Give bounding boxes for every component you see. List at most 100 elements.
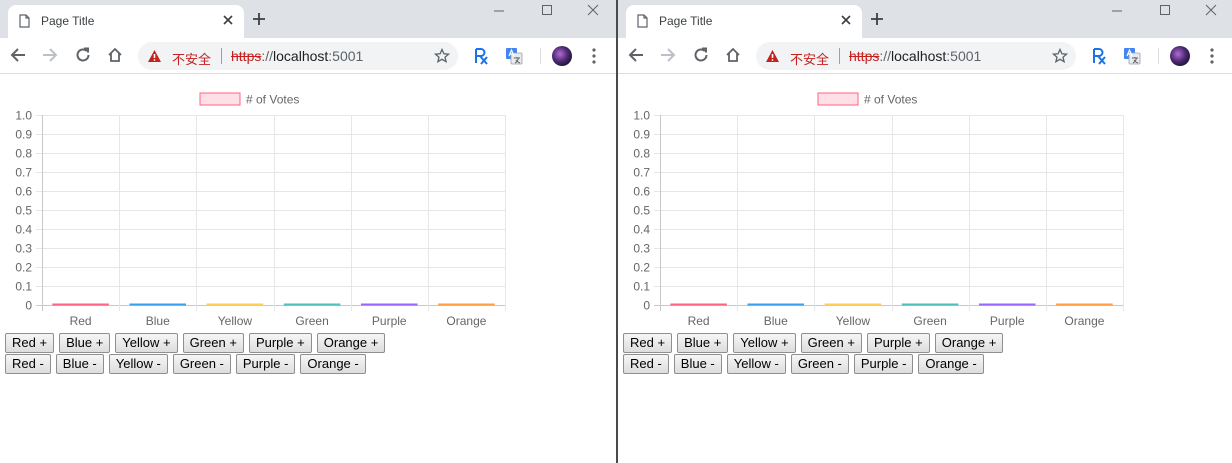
url-scheme: https xyxy=(231,48,262,64)
decrement-blue-button[interactable]: Blue - xyxy=(55,354,104,374)
warning-icon[interactable] xyxy=(765,49,780,63)
x-tick-label: Orange xyxy=(446,314,486,328)
x-tick-label: Yellow xyxy=(218,314,253,328)
rx-extension-icon[interactable] xyxy=(1092,47,1108,65)
x-tick-label: Red xyxy=(688,314,710,328)
decrement-blue-button[interactable]: Blue - xyxy=(673,354,722,374)
increment-blue-button[interactable]: Blue + xyxy=(59,333,111,353)
browser-window-right: Page Title 不安全 https://localhost:5001 # … xyxy=(618,0,1232,463)
forward-arrow-icon[interactable] xyxy=(41,46,59,64)
more-menu-icon[interactable] xyxy=(592,48,596,64)
close-icon[interactable] xyxy=(221,13,235,27)
bar-green xyxy=(283,303,341,306)
increment-red-button[interactable]: Red + xyxy=(623,333,673,353)
forward-arrow-icon[interactable] xyxy=(659,46,677,64)
back-arrow-icon[interactable] xyxy=(9,46,27,64)
y-tick-label: 0.2 xyxy=(15,261,32,275)
y-tick-label: 0.3 xyxy=(15,242,32,256)
increment-red-button[interactable]: Red + xyxy=(5,333,55,353)
decrement-purple-button[interactable]: Purple - xyxy=(235,354,296,374)
bookmark-star-icon[interactable] xyxy=(434,48,450,64)
decrement-orange-button[interactable]: Orange - xyxy=(918,354,984,374)
address-bar[interactable]: 不安全 https://localhost:5001 xyxy=(756,42,1076,70)
tab-title: Page Title xyxy=(41,14,95,28)
window-close-icon[interactable] xyxy=(586,3,600,17)
bar-purple xyxy=(360,303,418,306)
reload-icon[interactable] xyxy=(74,46,92,64)
decrement-purple-button[interactable]: Purple - xyxy=(853,354,914,374)
toolbar-separator xyxy=(540,48,541,64)
maximize-icon[interactable] xyxy=(1158,3,1172,17)
home-icon[interactable] xyxy=(724,46,742,64)
legend-swatch xyxy=(817,92,859,106)
y-tick-label: 0.6 xyxy=(15,185,32,199)
bar-purple xyxy=(978,303,1036,306)
increment-yellow-button[interactable]: Yellow + xyxy=(733,333,796,353)
y-tick-label: 0.4 xyxy=(15,223,32,237)
maximize-icon[interactable] xyxy=(540,3,554,17)
insecure-label: 不安全 xyxy=(790,53,830,68)
window-close-icon[interactable] xyxy=(1204,3,1218,17)
new-tab-icon[interactable] xyxy=(870,12,884,26)
increment-green-button[interactable]: Green + xyxy=(800,333,862,353)
decrement-yellow-button[interactable]: Yellow - xyxy=(108,354,168,374)
back-arrow-icon[interactable] xyxy=(627,46,645,64)
browser-tab[interactable]: Page Title xyxy=(8,5,244,38)
title-bar: Page Title xyxy=(0,0,616,38)
decrement-green-button[interactable]: Green - xyxy=(172,354,231,374)
decrement-orange-button[interactable]: Orange - xyxy=(300,354,366,374)
votes-chart: # of Votes 0 0.1 0.2 0.3 0.4 0.5 0.6 0.7 0.8 0.9 1.… xyxy=(0,74,616,330)
bar-blue xyxy=(747,303,805,306)
y-tick-label: 0.5 xyxy=(15,204,32,218)
bar-orange xyxy=(438,303,495,306)
new-tab-icon[interactable] xyxy=(252,12,266,26)
more-menu-icon[interactable] xyxy=(1210,48,1214,64)
x-tick-label: Orange xyxy=(1064,314,1104,328)
increment-purple-button[interactable]: Purple + xyxy=(248,333,312,353)
x-tick-label: Purple xyxy=(372,314,407,328)
browser-tab[interactable]: Page Title xyxy=(626,5,862,38)
screen: Page Title 不安全 https://localhost:5001 # … xyxy=(0,0,1232,463)
bookmark-star-icon[interactable] xyxy=(1052,48,1068,64)
bar-yellow xyxy=(206,303,264,306)
legend-label: # of Votes xyxy=(864,93,917,107)
increment-orange-button[interactable]: Orange + xyxy=(934,333,1004,353)
omnibox-separator xyxy=(221,48,222,64)
y-tick-label: 0.4 xyxy=(633,223,650,237)
decrement-yellow-button[interactable]: Yellow - xyxy=(726,354,786,374)
browser-toolbar: 不安全 https://localhost:5001 xyxy=(0,38,616,74)
increment-purple-button[interactable]: Purple + xyxy=(866,333,930,353)
url-text: https://localhost:5001 xyxy=(849,48,981,64)
bar-red xyxy=(670,303,727,306)
increment-yellow-button[interactable]: Yellow + xyxy=(115,333,178,353)
y-tick-label: 0.9 xyxy=(633,128,650,142)
address-bar[interactable]: 不安全 https://localhost:5001 xyxy=(138,42,458,70)
translate-extension-icon[interactable] xyxy=(1123,47,1141,65)
increment-blue-button[interactable]: Blue + xyxy=(677,333,729,353)
x-tick-label: Blue xyxy=(146,314,170,328)
chart-svg: # of Votes 0 0.1 0.2 0.3 0.4 0.5 0.6 0.7 0.8 0.9 1.… xyxy=(633,92,1124,328)
y-tick-label: 0.8 xyxy=(15,147,32,161)
close-icon[interactable] xyxy=(839,13,853,27)
increment-green-button[interactable]: Green + xyxy=(182,333,244,353)
reload-icon[interactable] xyxy=(692,46,710,64)
profile-avatar[interactable] xyxy=(1170,46,1190,66)
decrement-red-button[interactable]: Red - xyxy=(623,354,669,374)
decrement-red-button[interactable]: Red - xyxy=(5,354,51,374)
url-port: :5001 xyxy=(946,48,982,64)
profile-avatar[interactable] xyxy=(552,46,572,66)
y-tick-label: 0 xyxy=(643,299,650,313)
url-host: localhost xyxy=(273,48,329,64)
home-icon[interactable] xyxy=(106,46,124,64)
decrement-green-button[interactable]: Green - xyxy=(790,354,849,374)
minimize-icon[interactable] xyxy=(492,3,506,17)
increment-orange-button[interactable]: Orange + xyxy=(316,333,386,353)
y-tick-label: 1.0 xyxy=(633,109,650,123)
warning-icon[interactable] xyxy=(147,49,162,63)
title-bar: Page Title xyxy=(618,0,1232,38)
translate-extension-icon[interactable] xyxy=(505,47,523,65)
minimize-icon[interactable] xyxy=(1110,3,1124,17)
document-icon xyxy=(637,14,648,28)
votes-chart: # of Votes 0 0.1 0.2 0.3 0.4 0.5 0.6 0.7 0.8 0.9 1.… xyxy=(618,74,1232,330)
rx-extension-icon[interactable] xyxy=(474,47,490,65)
